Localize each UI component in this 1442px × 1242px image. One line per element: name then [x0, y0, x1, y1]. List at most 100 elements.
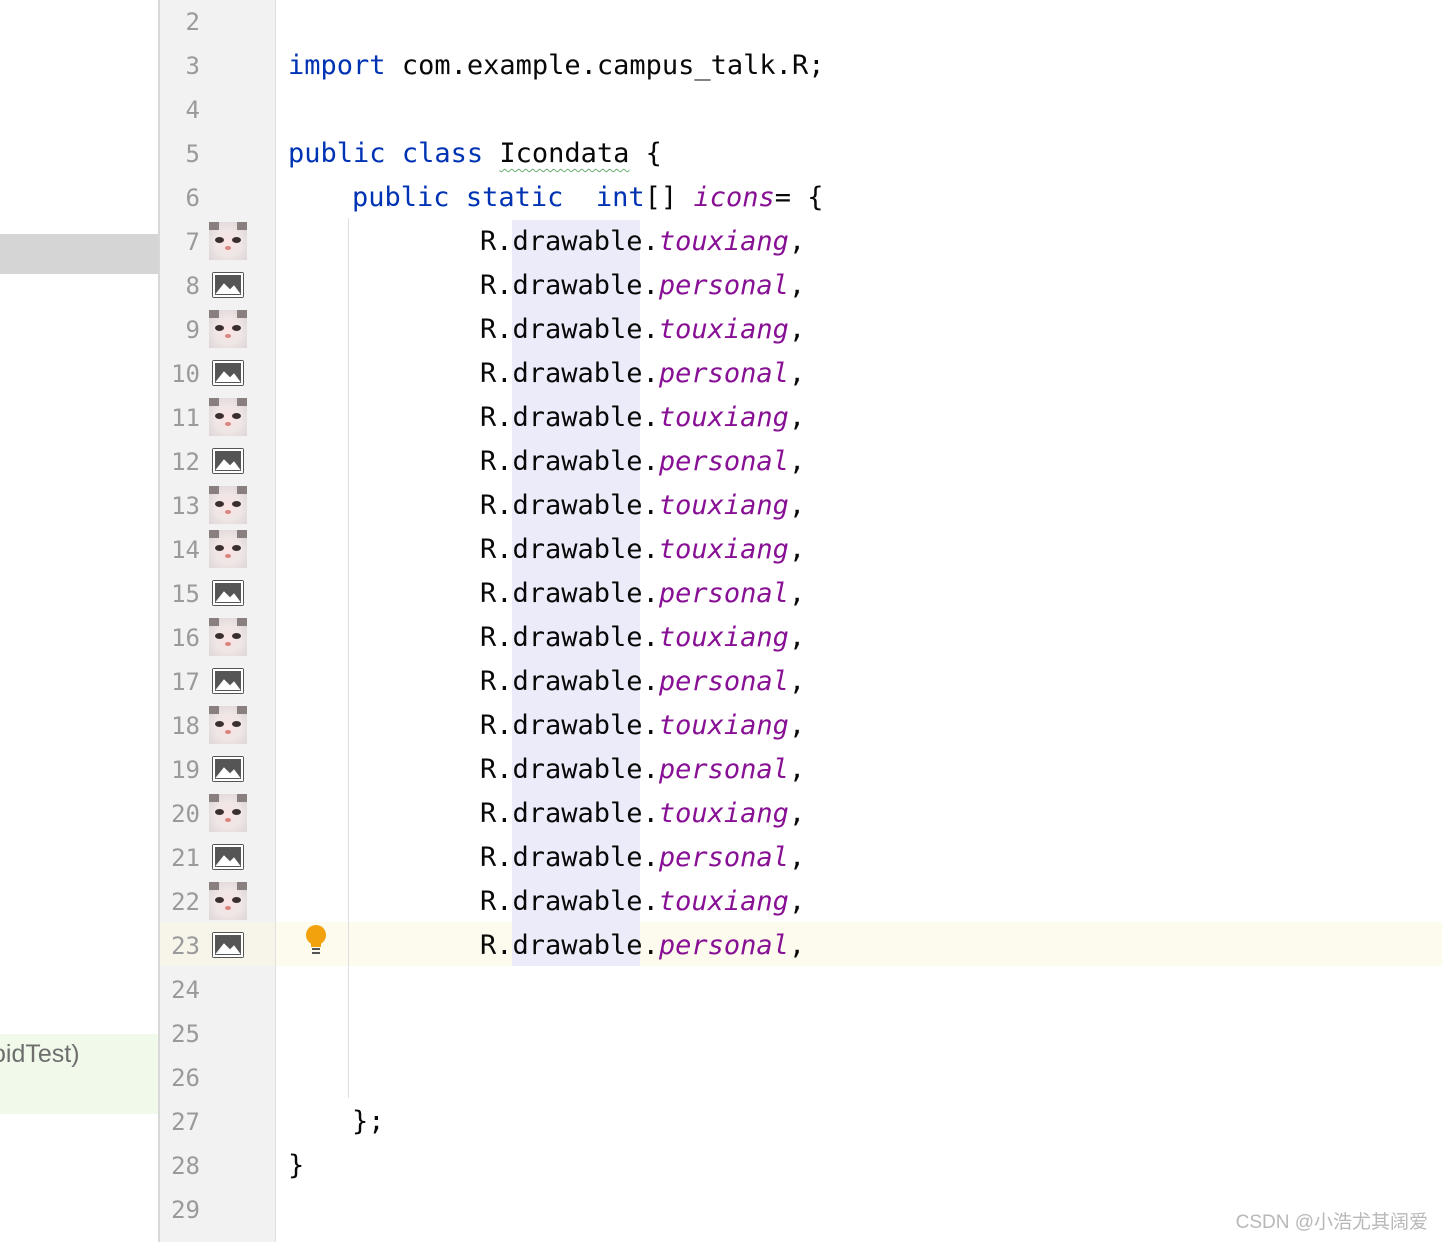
- class-ref: R.: [480, 842, 513, 873]
- resource-name[interactable]: touxiang: [659, 402, 789, 433]
- line-number[interactable]: 11: [160, 396, 200, 440]
- array-entry-line: R.drawable.touxiang,: [480, 880, 805, 924]
- image-icon[interactable]: [209, 442, 247, 480]
- resource-name[interactable]: touxiang: [659, 710, 789, 741]
- comma: ,: [788, 666, 806, 697]
- resource-name[interactable]: touxiang: [659, 490, 789, 521]
- field-name[interactable]: icons: [693, 182, 774, 213]
- dot: .: [642, 358, 659, 389]
- dot: .: [642, 666, 659, 697]
- image-icon[interactable]: [209, 750, 247, 788]
- line-number[interactable]: 18: [160, 704, 200, 748]
- resource-name[interactable]: personal: [659, 578, 789, 609]
- line-number[interactable]: 9: [160, 308, 200, 352]
- import-path: com.example.campus_talk.R;: [401, 50, 825, 81]
- keyword: int: [595, 182, 645, 213]
- lightbulb-icon[interactable]: [304, 924, 328, 956]
- line-number[interactable]: 26: [160, 1056, 200, 1100]
- resource-name[interactable]: personal: [659, 358, 789, 389]
- line-number[interactable]: 27: [160, 1100, 200, 1144]
- line-number[interactable]: 6: [160, 176, 200, 220]
- comma: ,: [788, 622, 806, 653]
- array-entry-line: R.drawable.touxiang,: [480, 308, 805, 352]
- array-brackets: []: [644, 182, 678, 213]
- line-number[interactable]: 25: [160, 1012, 200, 1056]
- line-number[interactable]: 16: [160, 616, 200, 660]
- resource-name[interactable]: personal: [659, 754, 789, 785]
- resource-name[interactable]: touxiang: [659, 622, 789, 653]
- keyword: import: [288, 50, 386, 81]
- line-number[interactable]: 13: [160, 484, 200, 528]
- resource-name[interactable]: touxiang: [659, 534, 789, 565]
- resource-name[interactable]: touxiang: [659, 226, 789, 257]
- line-number[interactable]: 29: [160, 1188, 200, 1232]
- resource-name[interactable]: touxiang: [659, 314, 789, 345]
- line-number[interactable]: 21: [160, 836, 200, 880]
- resource-name[interactable]: personal: [659, 446, 789, 477]
- cat-photo-icon[interactable]: [209, 882, 247, 920]
- cat-photo-icon[interactable]: [209, 794, 247, 832]
- image-icon[interactable]: [209, 354, 247, 392]
- assign: = {: [774, 182, 824, 213]
- class-ref: R.: [480, 666, 513, 697]
- array-entry-line: R.drawable.touxiang,: [480, 792, 805, 836]
- line-number[interactable]: 24: [160, 968, 200, 1012]
- drawable-ref: drawable: [512, 842, 643, 873]
- project-tree-selected-row[interactable]: [0, 234, 158, 274]
- drawable-ref: drawable: [512, 798, 643, 829]
- line-number[interactable]: 10: [160, 352, 200, 396]
- drawable-ref: drawable: [512, 886, 643, 917]
- line-number[interactable]: 2: [160, 0, 200, 44]
- line-number[interactable]: 5: [160, 132, 200, 176]
- comma: ,: [788, 490, 806, 521]
- line-number[interactable]: 12: [160, 440, 200, 484]
- cat-photo-icon[interactable]: [209, 486, 247, 524]
- comma: ,: [788, 270, 806, 301]
- resource-name[interactable]: personal: [659, 270, 789, 301]
- resource-name[interactable]: personal: [659, 666, 789, 697]
- line-number[interactable]: 8: [160, 264, 200, 308]
- dot: .: [642, 402, 659, 433]
- class-ref: R.: [480, 446, 513, 477]
- cat-photo-icon[interactable]: [209, 222, 247, 260]
- image-icon[interactable]: [209, 574, 247, 612]
- class-ref: R.: [480, 886, 513, 917]
- line-number[interactable]: 4: [160, 88, 200, 132]
- cat-photo-icon[interactable]: [209, 310, 247, 348]
- array-entry-line: R.drawable.personal,: [480, 660, 805, 704]
- cat-photo-icon[interactable]: [209, 618, 247, 656]
- class-ref: R.: [480, 754, 513, 785]
- line-number[interactable]: 7: [160, 220, 200, 264]
- keyword: class: [401, 138, 484, 169]
- line-number[interactable]: 17: [160, 660, 200, 704]
- array-entry-line: R.drawable.personal,: [480, 924, 805, 968]
- cat-photo-icon[interactable]: [209, 706, 247, 744]
- image-icon[interactable]: [209, 266, 247, 304]
- line-number[interactable]: 3: [160, 44, 200, 88]
- array-entry-line: R.drawable.touxiang,: [480, 396, 805, 440]
- resource-name[interactable]: personal: [659, 842, 789, 873]
- line-number[interactable]: 19: [160, 748, 200, 792]
- line-number[interactable]: 14: [160, 528, 200, 572]
- line-number[interactable]: 28: [160, 1144, 200, 1188]
- resource-name[interactable]: touxiang: [659, 798, 789, 829]
- resource-name[interactable]: personal: [659, 930, 789, 961]
- image-icon[interactable]: [209, 838, 247, 876]
- image-icon[interactable]: [209, 926, 247, 964]
- drawable-ref: drawable: [512, 534, 643, 565]
- line-number[interactable]: 20: [160, 792, 200, 836]
- comma: ,: [788, 314, 806, 345]
- line-number[interactable]: 23: [160, 924, 200, 968]
- line-number[interactable]: 15: [160, 572, 200, 616]
- class-name[interactable]: Icondata: [499, 138, 629, 169]
- cat-photo-icon[interactable]: [209, 530, 247, 568]
- dot: .: [642, 622, 659, 653]
- image-icon[interactable]: [209, 662, 247, 700]
- dot: .: [642, 754, 659, 785]
- cat-photo-icon[interactable]: [209, 398, 247, 436]
- drawable-ref: drawable: [512, 226, 643, 257]
- resource-name[interactable]: touxiang: [659, 886, 789, 917]
- line-number[interactable]: 22: [160, 880, 200, 924]
- drawable-ref: drawable: [512, 358, 643, 389]
- keyword: public: [288, 138, 386, 169]
